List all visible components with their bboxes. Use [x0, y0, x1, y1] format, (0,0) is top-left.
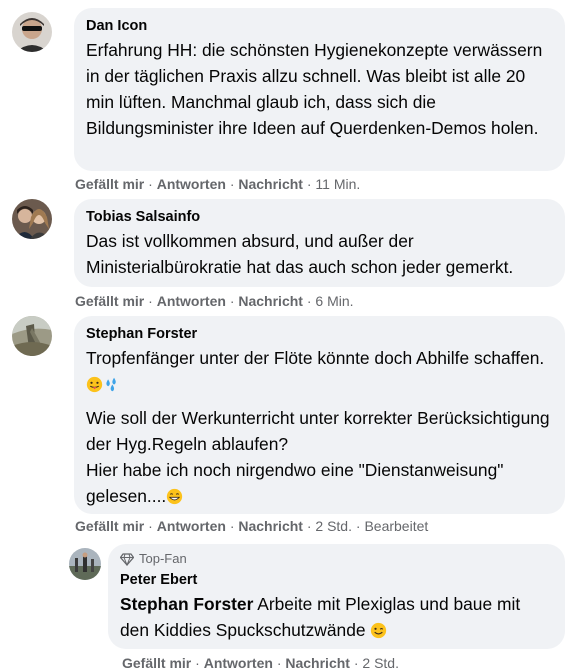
reply-link[interactable]: Antworten — [157, 518, 226, 534]
message-link[interactable]: Nachricht — [238, 518, 303, 534]
message-link[interactable]: Nachricht — [285, 655, 350, 671]
face-with-tongue-icon — [86, 376, 103, 393]
comment-text: Stephan Forster Arbeite mit Plexiglas un… — [120, 594, 521, 640]
comment-author[interactable]: Tobias Salsainfo — [86, 208, 553, 227]
comment-timestamp[interactable]: 2 Std. — [315, 518, 352, 534]
avatar[interactable] — [12, 12, 52, 52]
comment-actions: Gefällt mir · Antworten · Nachricht · 6 … — [75, 293, 354, 309]
comment-text: Erfahrung HH: die schönsten Hygienekonze… — [86, 40, 543, 138]
comment-text: Wie soll der Werkunterricht unter korrek… — [86, 408, 550, 506]
avatar[interactable] — [12, 199, 52, 239]
comment-stephan-forster: Stephan Forster Tropfenfänger unter der … — [12, 316, 565, 514]
reply-link[interactable]: Antworten — [157, 293, 226, 309]
top-fan-badge: Top-Fan — [120, 551, 553, 567]
like-link[interactable]: Gefällt mir — [75, 518, 144, 534]
message-link[interactable]: Nachricht — [238, 293, 303, 309]
comment-text: Das ist vollkommen absurd, und außer der… — [86, 231, 514, 277]
winking-face-icon — [371, 622, 387, 639]
mention-link[interactable]: Stephan Forster — [120, 594, 253, 614]
comment-text: Tropfenfänger unter der Flöte könnte doc… — [86, 345, 553, 397]
comment-timestamp[interactable]: 2 Std. — [362, 655, 399, 671]
comment-bubble: Dan Icon Erfahrung HH: die schönsten Hyg… — [74, 8, 565, 171]
comment-bubble: Top-Fan Peter Ebert Stephan Forster Arbe… — [108, 544, 565, 649]
diamond-icon — [120, 552, 134, 566]
like-link[interactable]: Gefällt mir — [75, 293, 144, 309]
edited-label: Bearbeitet — [364, 518, 429, 534]
comment-bubble: Stephan Forster Tropfenfänger unter der … — [74, 316, 565, 514]
comment-actions: Gefällt mir · Antworten · Nachricht · 2 … — [75, 518, 429, 534]
like-link[interactable]: Gefällt mir — [122, 655, 191, 671]
comment-timestamp[interactable]: 11 Min. — [315, 176, 360, 192]
reply-peter-ebert: Top-Fan Peter Ebert Stephan Forster Arbe… — [69, 544, 565, 649]
grinning-face-icon — [167, 488, 183, 505]
sweat-droplets-icon — [106, 377, 116, 392]
avatar[interactable] — [12, 316, 52, 356]
comment-author[interactable]: Peter Ebert — [120, 571, 553, 590]
comment-bubble: Tobias Salsainfo Das ist vollkommen absu… — [74, 199, 565, 287]
comment-author[interactable]: Stephan Forster — [86, 325, 553, 344]
like-link[interactable]: Gefällt mir — [75, 176, 144, 192]
avatar[interactable] — [69, 548, 101, 580]
reply-link[interactable]: Antworten — [157, 176, 226, 192]
comment-author[interactable]: Dan Icon — [86, 17, 553, 36]
comment-actions: Gefällt mir · Antworten · Nachricht · 2 … — [122, 655, 399, 671]
comment-tobias-salsainfo: Tobias Salsainfo Das ist vollkommen absu… — [12, 199, 565, 287]
reply-link[interactable]: Antworten — [204, 655, 273, 671]
comment-timestamp[interactable]: 6 Min. — [315, 293, 353, 309]
message-link[interactable]: Nachricht — [238, 176, 303, 192]
comment-actions: Gefällt mir · Antworten · Nachricht · 11… — [75, 176, 361, 192]
comment-dan-icon: Dan Icon Erfahrung HH: die schönsten Hyg… — [12, 8, 565, 171]
